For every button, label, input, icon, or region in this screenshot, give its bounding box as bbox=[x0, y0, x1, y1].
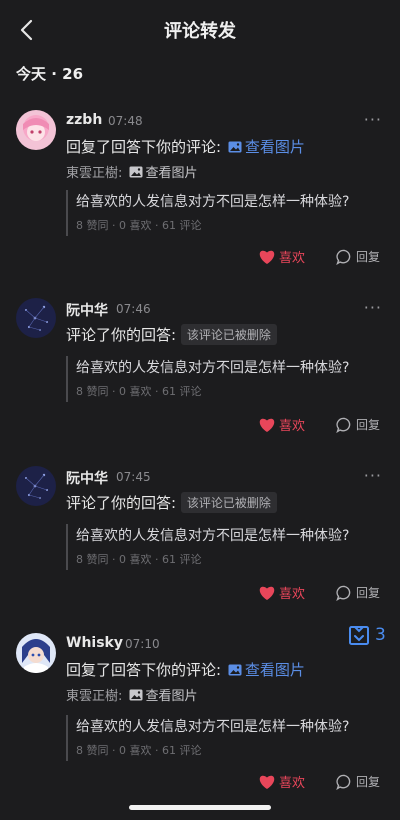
like-button[interactable]: 喜欢 bbox=[258, 583, 305, 602]
deleted-comment-badge: 该评论已被删除 bbox=[180, 324, 277, 345]
like-label: 喜欢 bbox=[279, 776, 306, 791]
page-title: 评论转发 bbox=[164, 21, 236, 42]
heart-icon bbox=[259, 250, 275, 264]
action-text: 评论了你的回答: 该评论已被删除 bbox=[66, 492, 277, 513]
answer-title: 给喜欢的人发信息对方不回是怎样一种体验? bbox=[76, 528, 350, 544]
action-prefix: 回复了回答下你的评论: bbox=[66, 138, 226, 156]
timestamp: 07:48 bbox=[108, 114, 143, 128]
answer-card[interactable]: 给喜欢的人发信息对方不回是怎样一种体验? 8 赞同 · 0 喜欢 · 61 评论 bbox=[66, 715, 384, 761]
home-indicator[interactable] bbox=[129, 805, 271, 810]
quote-user: 東雲正樹: bbox=[66, 689, 127, 704]
like-button[interactable]: 喜欢 bbox=[258, 415, 305, 434]
timestamp: 07:10 bbox=[125, 637, 160, 651]
answer-card[interactable]: 给喜欢的人发信息对方不回是怎样一种体验? 8 赞同 · 0 喜欢 · 61 评论 bbox=[66, 356, 384, 402]
view-image-link[interactable]: 查看图片 bbox=[226, 661, 305, 679]
answer-title: 给喜欢的人发信息对方不回是怎样一种体验? bbox=[76, 719, 350, 735]
top-bar: 评论转发 bbox=[0, 0, 400, 60]
like-label: 喜欢 bbox=[279, 419, 306, 434]
reply-label: 回复 bbox=[356, 250, 381, 264]
answer-title: 给喜欢的人发信息对方不回是怎样一种体验? bbox=[76, 360, 350, 376]
user-name[interactable]: 阮中华 bbox=[66, 300, 108, 320]
action-prefix: 评论了你的回答: bbox=[66, 326, 181, 344]
action-text: 评论了你的回答: 该评论已被删除 bbox=[66, 324, 277, 345]
reply-bubble-icon bbox=[336, 417, 351, 433]
reply-button[interactable]: 回复 bbox=[336, 584, 380, 601]
more-dots-icon[interactable]: ··· bbox=[364, 110, 382, 129]
image-icon bbox=[129, 166, 143, 178]
heart-icon bbox=[259, 418, 275, 432]
quote-user: 東雲正樹: bbox=[66, 166, 127, 181]
action-prefix: 评论了你的回答: bbox=[66, 494, 181, 512]
action-prefix: 回复了回答下你的评论: bbox=[66, 661, 226, 679]
avatar[interactable] bbox=[16, 110, 56, 150]
reply-label: 回复 bbox=[356, 586, 381, 600]
avatar[interactable] bbox=[16, 466, 56, 506]
reply-button[interactable]: 回复 bbox=[336, 416, 380, 433]
answer-title: 给喜欢的人发信息对方不回是怎样一种体验? bbox=[76, 194, 350, 210]
answer-stats: 8 赞同 · 0 喜欢 · 61 评论 bbox=[76, 553, 202, 566]
reply-button[interactable]: 回复 bbox=[336, 248, 380, 265]
collapse-button[interactable]: 3 bbox=[348, 624, 386, 646]
view-image-label: 查看图片 bbox=[244, 138, 305, 156]
reply-label: 回复 bbox=[356, 775, 381, 789]
collapse-count: 3 bbox=[375, 625, 386, 645]
answer-stats: 8 赞同 · 0 喜欢 · 61 评论 bbox=[76, 385, 202, 398]
action-text: 回复了回答下你的评论: 查看图片 bbox=[66, 659, 305, 680]
date-section-label: 今天 · 26 bbox=[16, 65, 84, 83]
avatar[interactable] bbox=[16, 298, 56, 338]
more-dots-icon[interactable]: ··· bbox=[364, 298, 382, 317]
like-button[interactable]: 喜欢 bbox=[258, 247, 305, 266]
heart-icon bbox=[259, 775, 275, 789]
quoted-comment: 東雲正樹: 查看图片 bbox=[66, 162, 198, 181]
answer-card[interactable]: 给喜欢的人发信息对方不回是怎样一种体验? 8 赞同 · 0 喜欢 · 61 评论 bbox=[66, 524, 384, 570]
quoted-comment: 東雲正樹: 查看图片 bbox=[66, 685, 198, 704]
image-icon bbox=[228, 664, 242, 676]
like-label: 喜欢 bbox=[279, 251, 306, 266]
timestamp: 07:46 bbox=[116, 302, 151, 316]
reply-button[interactable]: 回复 bbox=[336, 773, 380, 790]
user-name[interactable]: zzbh bbox=[66, 112, 102, 128]
image-icon bbox=[228, 141, 242, 153]
answer-stats: 8 赞同 · 0 喜欢 · 61 评论 bbox=[76, 219, 202, 232]
quote-image-label: 查看图片 bbox=[145, 166, 198, 181]
more-dots-icon[interactable]: ··· bbox=[364, 466, 382, 485]
reply-bubble-icon bbox=[336, 774, 351, 790]
inbox-collapse-icon bbox=[349, 626, 369, 645]
reply-bubble-icon bbox=[336, 249, 351, 265]
timestamp: 07:45 bbox=[116, 470, 151, 484]
user-name[interactable]: Whisky bbox=[66, 635, 123, 651]
view-image-link[interactable]: 查看图片 bbox=[226, 138, 305, 156]
like-label: 喜欢 bbox=[279, 587, 306, 602]
like-button[interactable]: 喜欢 bbox=[258, 772, 305, 791]
quote-image-link[interactable]: 查看图片 bbox=[127, 689, 198, 704]
quote-image-label: 查看图片 bbox=[145, 689, 198, 704]
quote-image-link[interactable]: 查看图片 bbox=[127, 166, 198, 181]
reply-label: 回复 bbox=[356, 418, 381, 432]
avatar[interactable] bbox=[16, 633, 56, 673]
heart-icon bbox=[259, 586, 275, 600]
deleted-comment-badge: 该评论已被删除 bbox=[180, 492, 277, 513]
view-image-label: 查看图片 bbox=[244, 661, 305, 679]
answer-stats: 8 赞同 · 0 喜欢 · 61 评论 bbox=[76, 744, 202, 757]
image-icon bbox=[129, 689, 143, 701]
answer-card[interactable]: 给喜欢的人发信息对方不回是怎样一种体验? 8 赞同 · 0 喜欢 · 61 评论 bbox=[66, 190, 384, 236]
action-text: 回复了回答下你的评论: 查看图片 bbox=[66, 136, 305, 157]
reply-bubble-icon bbox=[336, 585, 351, 601]
user-name[interactable]: 阮中华 bbox=[66, 468, 108, 488]
